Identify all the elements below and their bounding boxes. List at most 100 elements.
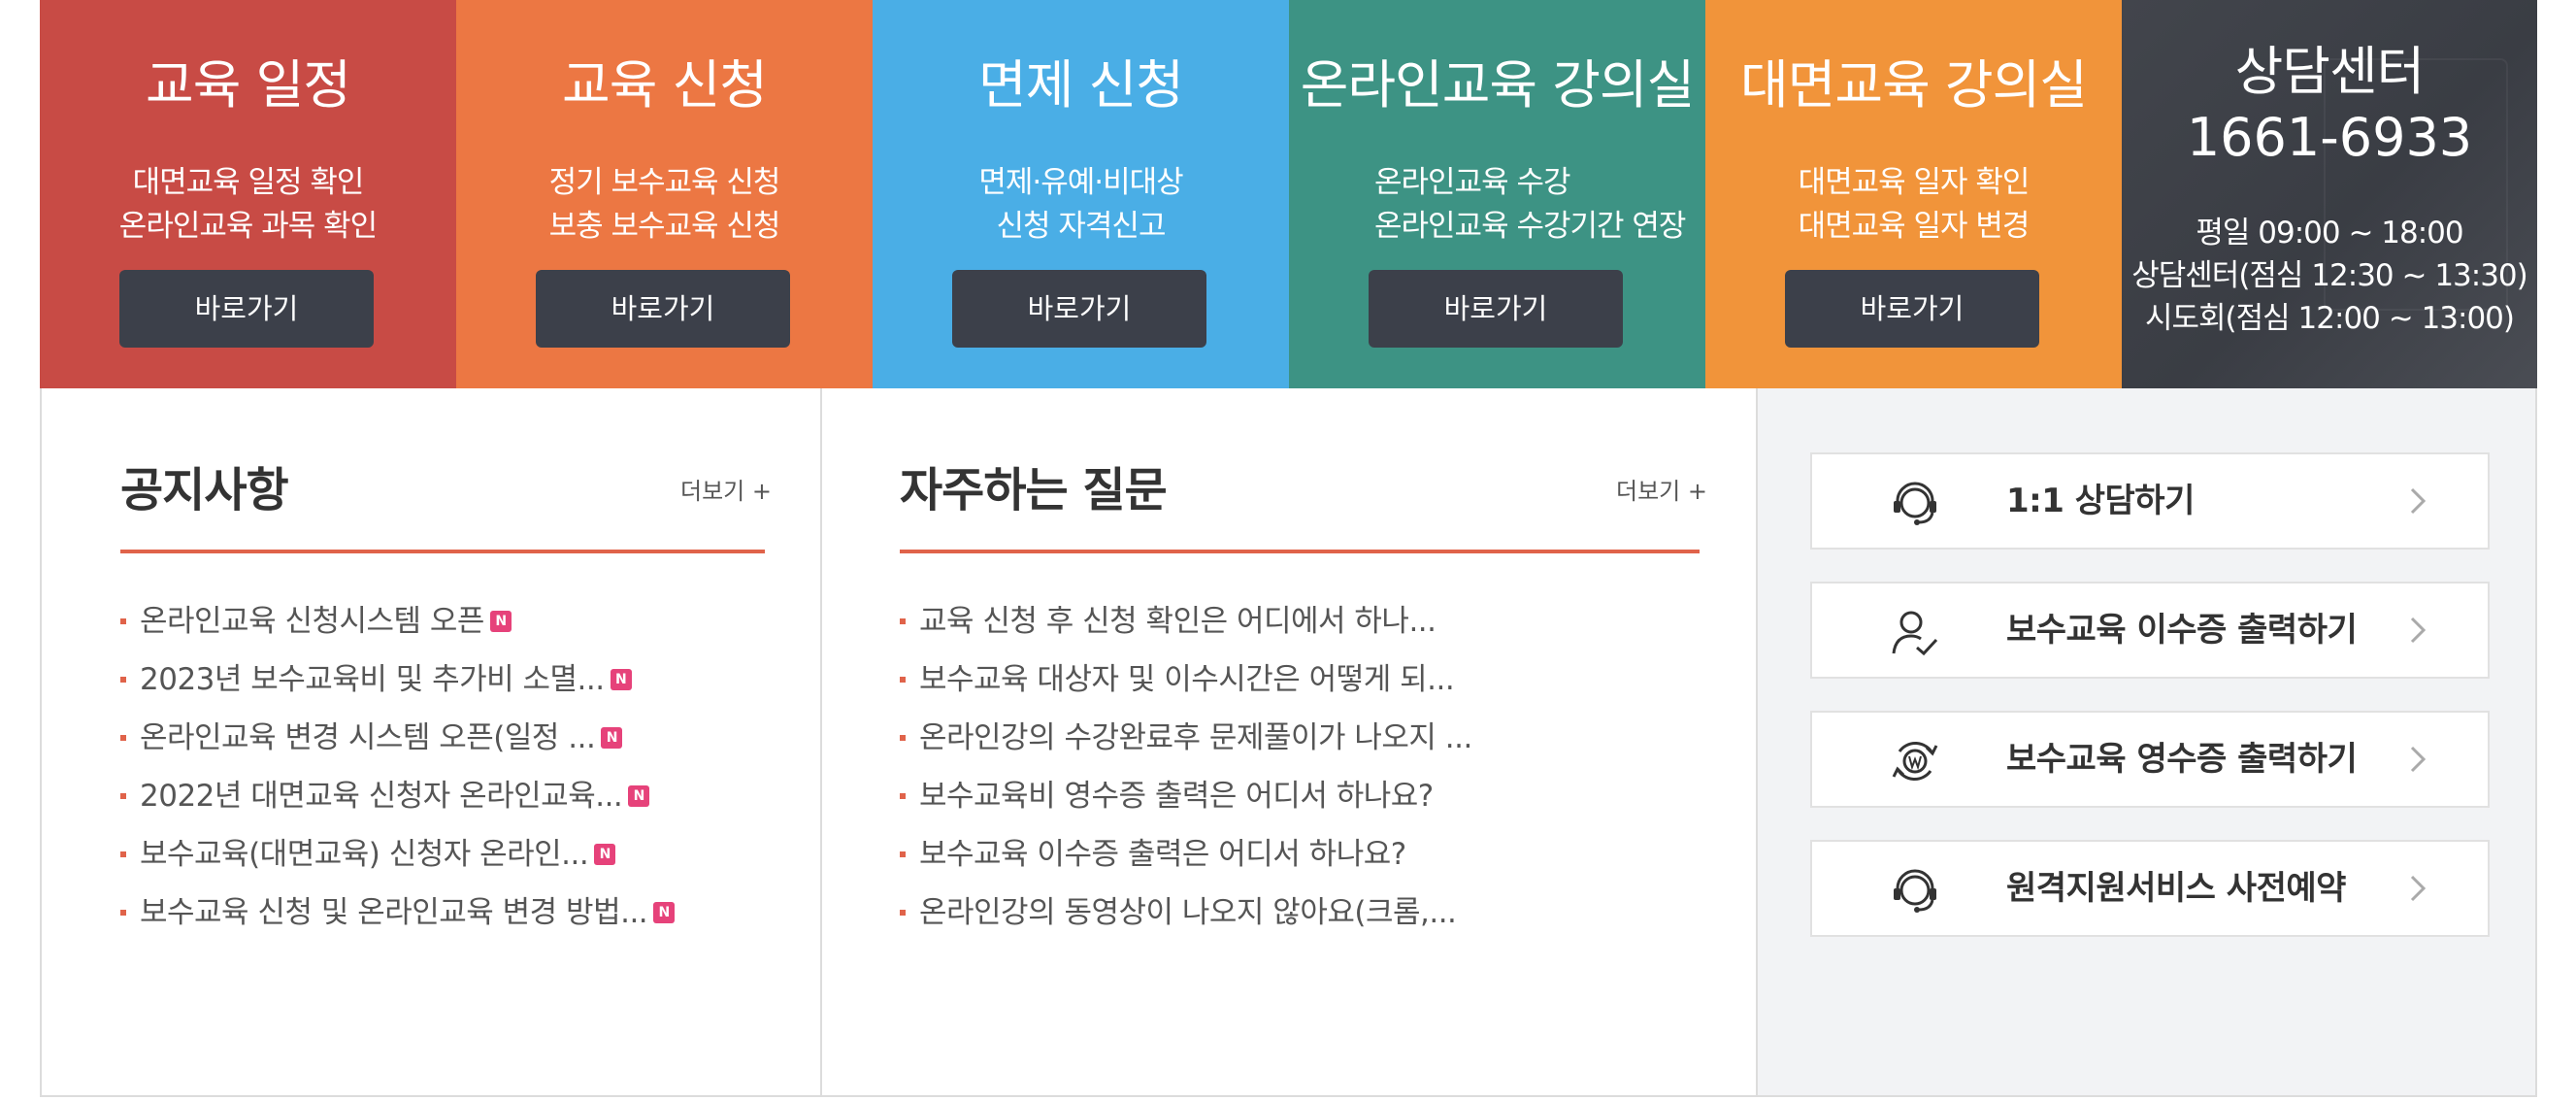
shortcut-button[interactable]: 바로가기 [536,270,790,348]
tile-line: 면제·유예·비대상 [978,165,1183,200]
tile-description: 대면교육 일자 확인 대면교육 일자 변경 [1705,161,2122,249]
hours-line: 상담센터(점심 12:30 ~ 13:30) [2131,258,2528,293]
tile-description: 면제·유예·비대상 신청 자격신고 [873,161,1289,249]
faq-list: 교육 신청 후 신청 확인은 어디에서 하나... 보수교육 대상자 및 이수시… [900,592,1472,942]
faq-title: 자주하는 질문 [900,463,1168,517]
contact-phone: 1661-6933 [2186,107,2473,168]
shortcut-button[interactable]: 바로가기 [952,270,1206,348]
hours-line: 평일 09:00 ~ 18:00 [2196,216,2463,250]
tile-line: 온라인교육 수강기간 연장 [1374,209,1686,244]
faq-item-text[interactable]: 온라인강의 수강완료후 문제풀이가 나오지 ... [919,720,1472,755]
faq-item[interactable]: 보수교육 대상자 및 이수시간은 어떻게 되... [900,651,1472,709]
tile-description: 정기 보수교육 신청 보충 보수교육 신청 [456,161,873,249]
quick-link-label: 원격지원서비스 사전예약 [2006,869,2346,908]
faq-item[interactable]: 보수교육 이수증 출력은 어디서 하나요? [900,825,1472,884]
chevron-right-icon [2410,746,2427,773]
bullet [900,910,906,916]
bullet [120,851,126,857]
tile-line: 보충 보수교육 신청 [548,209,781,244]
won-refresh-icon [1892,741,1938,782]
headset-icon [1894,869,1936,913]
quick-links-panel: 1:1 상담하기 보수교육 이수증 출력하기 보수교육 영수증 출력하기 원격지… [1758,388,2535,1095]
tile-line: 대면교육 일자 확인 [1798,165,2031,200]
quick-link-receipt[interactable]: 보수교육 영수증 출력하기 [1810,711,2490,808]
new-badge: N [610,669,632,690]
quick-link-certificate[interactable]: 보수교육 이수증 출력하기 [1810,582,2490,679]
notice-item[interactable]: 온라인교육 신청시스템 오픈 N [120,592,675,651]
bullet [900,677,906,683]
bullet [900,618,906,624]
notice-item[interactable]: 보수교육(대면교육) 신청자 온라인... N [120,825,675,884]
new-badge: N [489,611,512,632]
content-area: 공지사항 더보기 + 온라인교육 신청시스템 오픈 N 2023년 보수교육비 및… [40,388,2537,1097]
notice-item[interactable]: 온라인교육 변경 시스템 오픈(일정 ... N [120,709,675,767]
notice-panel: 공지사항 더보기 + 온라인교육 신청시스템 오픈 N 2023년 보수교육비 및… [42,388,822,1095]
new-badge: N [628,785,650,807]
new-badge: N [601,727,623,749]
notice-title: 공지사항 [120,463,289,517]
notice-more-link[interactable]: 더보기 + [680,474,772,509]
tile-title: 온라인교육 강의실 [1300,54,1696,116]
chevron-right-icon [2410,617,2427,644]
notice-item-text[interactable]: 보수교육(대면교육) 신청자 온라인... [140,837,589,872]
bullet [120,677,126,683]
notice-item[interactable]: 2022년 대면교육 신청자 온라인교육... N [120,767,675,825]
tile-education-apply: 교육 신청 정기 보수교육 신청 보충 보수교육 신청 바로가기 [456,0,873,388]
chevron-right-icon [2410,487,2427,515]
bullet [120,735,126,741]
bullet [900,793,906,799]
contact-center-tile: 상담센터 1661-6933 평일 09:00 ~ 18:00 상담센터(점심 … [2122,0,2537,388]
tile-line: 온라인교육 과목 확인 [118,209,378,244]
notice-list: 온라인교육 신청시스템 오픈 N 2023년 보수교육비 및 추가비 소멸... N… [120,592,676,942]
faq-item-text[interactable]: 보수교육비 영수증 출력은 어디서 하나요? [919,779,1434,814]
quick-link-remote-support[interactable]: 원격지원서비스 사전예약 [1810,840,2490,937]
faq-item-text[interactable]: 보수교육 대상자 및 이수시간은 어떻게 되... [919,662,1455,697]
notice-item[interactable]: 보수교육 신청 및 온라인교육 변경 방법... N [120,884,676,942]
tile-line: 정기 보수교육 신청 [548,165,781,200]
faq-item-text[interactable]: 보수교육 이수증 출력은 어디서 하나요? [919,837,1406,872]
tile-description: 대면교육 일정 확인 온라인교육 과목 확인 [40,161,456,249]
bullet [120,618,126,624]
notice-item-text[interactable]: 2022년 대면교육 신청자 온라인교육... [140,779,623,814]
faq-item-text[interactable]: 온라인강의 동영상이 나오지 않아요(크롬,... [919,895,1457,930]
contact-hours: 평일 09:00 ~ 18:00 상담센터(점심 12:30 ~ 13:30) … [2122,212,2537,340]
chevron-right-icon [2410,875,2427,902]
contact-title: 상담센터 [2234,41,2426,102]
faq-more-link[interactable]: 더보기 + [1616,474,1707,509]
tile-online-classroom: 온라인교육 강의실 온라인교육 수강 온라인교육 수강기간 연장 바로가기 [1289,0,1705,388]
notice-item[interactable]: 2023년 보수교육비 및 추가비 소멸... N [120,651,675,709]
notice-divider [120,550,765,553]
notice-item-text[interactable]: 보수교육 신청 및 온라인교육 변경 방법... [140,895,648,930]
bullet [120,910,126,916]
faq-item[interactable]: 보수교육비 영수증 출력은 어디서 하나요? [900,767,1472,825]
quick-link-label: 1:1 상담하기 [2006,482,2195,520]
tile-title: 교육 신청 [562,54,768,116]
faq-item[interactable]: 온라인강의 수강완료후 문제풀이가 나오지 ... [900,709,1472,767]
new-badge: N [594,844,616,865]
quick-link-counsel[interactable]: 1:1 상담하기 [1810,452,2490,550]
service-tiles: 교육 일정 대면교육 일정 확인 온라인교육 과목 확인 바로가기 교육 신청 … [40,0,2537,388]
shortcut-button[interactable]: 바로가기 [1785,270,2039,348]
notice-item-text[interactable]: 2023년 보수교육비 및 추가비 소멸... [140,662,605,697]
tile-line: 신청 자격신고 [996,209,1167,244]
bullet [120,793,126,799]
tile-exemption-apply: 면제 신청 면제·유예·비대상 신청 자격신고 바로가기 [873,0,1289,388]
quick-link-label: 보수교육 영수증 출력하기 [2006,740,2358,779]
user-check-icon [1892,611,1938,656]
bullet [900,851,906,857]
quick-link-label: 보수교육 이수증 출력하기 [2006,611,2358,650]
hours-line: 시도회(점심 12:00 ~ 13:00) [2145,301,2515,336]
notice-item-text[interactable]: 온라인교육 신청시스템 오픈 [140,604,484,639]
faq-panel: 자주하는 질문 더보기 + 교육 신청 후 신청 확인은 어디에서 하나... … [822,388,1758,1095]
notice-item-text[interactable]: 온라인교육 변경 시스템 오픈(일정 ... [140,720,596,755]
faq-item[interactable]: 교육 신청 후 신청 확인은 어디에서 하나... [900,592,1472,651]
faq-item-text[interactable]: 교육 신청 후 신청 확인은 어디에서 하나... [919,604,1437,639]
shortcut-button[interactable]: 바로가기 [1369,270,1623,348]
tile-line: 온라인교육 수강 [1374,165,1571,200]
tile-title: 면제 신청 [978,54,1184,116]
shortcut-button[interactable]: 바로가기 [119,270,374,348]
tile-education-schedule: 교육 일정 대면교육 일정 확인 온라인교육 과목 확인 바로가기 [40,0,456,388]
faq-item[interactable]: 온라인강의 동영상이 나오지 않아요(크롬,... [900,884,1472,942]
tile-description: 온라인교육 수강 온라인교육 수강기간 연장 [1289,161,1705,249]
headset-icon [1894,482,1936,525]
